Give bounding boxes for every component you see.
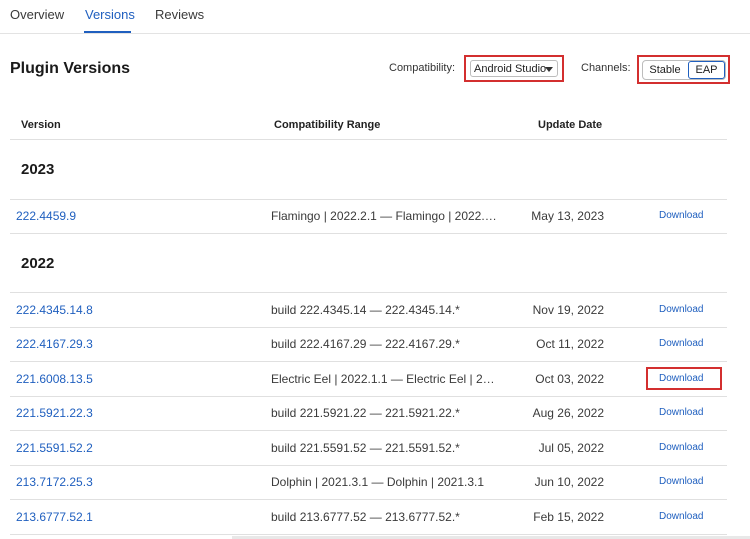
compatibility-range: build 221.5921.22 — 221.5921.22.* [271,406,460,420]
channel-eap-button[interactable]: EAP [688,61,725,79]
channels-label: Channels: [581,62,631,74]
update-date: Nov 19, 2022 [532,303,604,317]
divider [10,534,727,535]
divider [10,139,727,140]
active-tab-indicator [84,31,131,33]
download-link[interactable]: Download [659,373,703,384]
version-link[interactable]: 221.5591.52.2 [16,441,93,455]
download-link[interactable]: Download [659,407,703,418]
version-link[interactable]: 213.7172.25.3 [16,475,93,489]
download-link[interactable]: Download [659,304,703,315]
update-date: Feb 15, 2022 [533,510,604,524]
compatibility-range: build 221.5591.52 — 221.5591.52.* [271,441,460,455]
compatibility-range: build 213.6777.52 — 213.6777.52.* [271,510,460,524]
divider [10,199,727,200]
version-link[interactable]: 221.5921.22.3 [16,406,93,420]
version-link[interactable]: 213.6777.52.1 [16,510,93,524]
update-date: Aug 26, 2022 [532,406,604,420]
compatibility-label: Compatibility: [389,62,456,74]
divider [10,327,727,328]
column-header-update-date: Update Date [538,119,603,131]
download-link[interactable]: Download [659,476,703,487]
tab-reviews[interactable]: Reviews [155,7,204,22]
divider [10,430,727,431]
chevron-down-icon [545,67,553,72]
download-link[interactable]: Download [659,442,703,453]
divider [10,396,727,397]
version-link[interactable]: 222.4459.9 [16,209,76,223]
compatibility-range: Electric Eel | 2022.1.1 — Electric Eel |… [271,372,501,386]
year-heading: 2022 [21,255,55,272]
tab-versions[interactable]: Versions [85,7,135,22]
tab-overview[interactable]: Overview [10,7,64,22]
compatibility-range: build 222.4345.14 — 222.4345.14.* [271,303,460,317]
channel-stable-button[interactable]: Stable [643,61,687,79]
compatibility-dropdown[interactable]: Android Studio [470,60,558,77]
compatibility-range: build 222.4167.29 — 222.4167.29.* [271,337,460,351]
page-title: Plugin Versions [10,60,131,77]
channels-highlight: Stable EAP [637,55,730,84]
divider [10,499,727,500]
divider [10,233,727,234]
update-date: Jul 05, 2022 [538,441,604,455]
compatibility-range: Flamingo | 2022.2.1 — Flamingo | 2022.2.… [271,209,501,223]
compatibility-range: Dolphin | 2021.3.1 — Dolphin | 2021.3.1 [271,475,485,489]
download-link[interactable]: Download [659,338,703,349]
tab-bar: Overview Versions Reviews [0,0,750,34]
divider [10,361,727,362]
update-date: Jun 10, 2022 [534,475,604,489]
download-link[interactable]: Download [659,511,703,522]
divider [10,292,727,293]
update-date: May 13, 2023 [531,209,604,223]
channels-toggle: Stable EAP [642,60,726,80]
divider [10,465,727,466]
update-date: Oct 11, 2022 [536,337,604,351]
download-link[interactable]: Download [659,210,703,221]
compatibility-value: Android Studio [474,63,547,75]
year-heading: 2023 [21,161,55,178]
version-link[interactable]: 221.6008.13.5 [16,372,93,386]
version-link[interactable]: 222.4167.29.3 [16,337,93,351]
column-header-version: Version [21,119,61,131]
version-link[interactable]: 222.4345.14.8 [16,303,93,317]
update-date: Oct 03, 2022 [535,372,604,386]
compatibility-highlight: Android Studio [464,55,564,82]
column-header-compatibility-range: Compatibility Range [274,119,381,131]
